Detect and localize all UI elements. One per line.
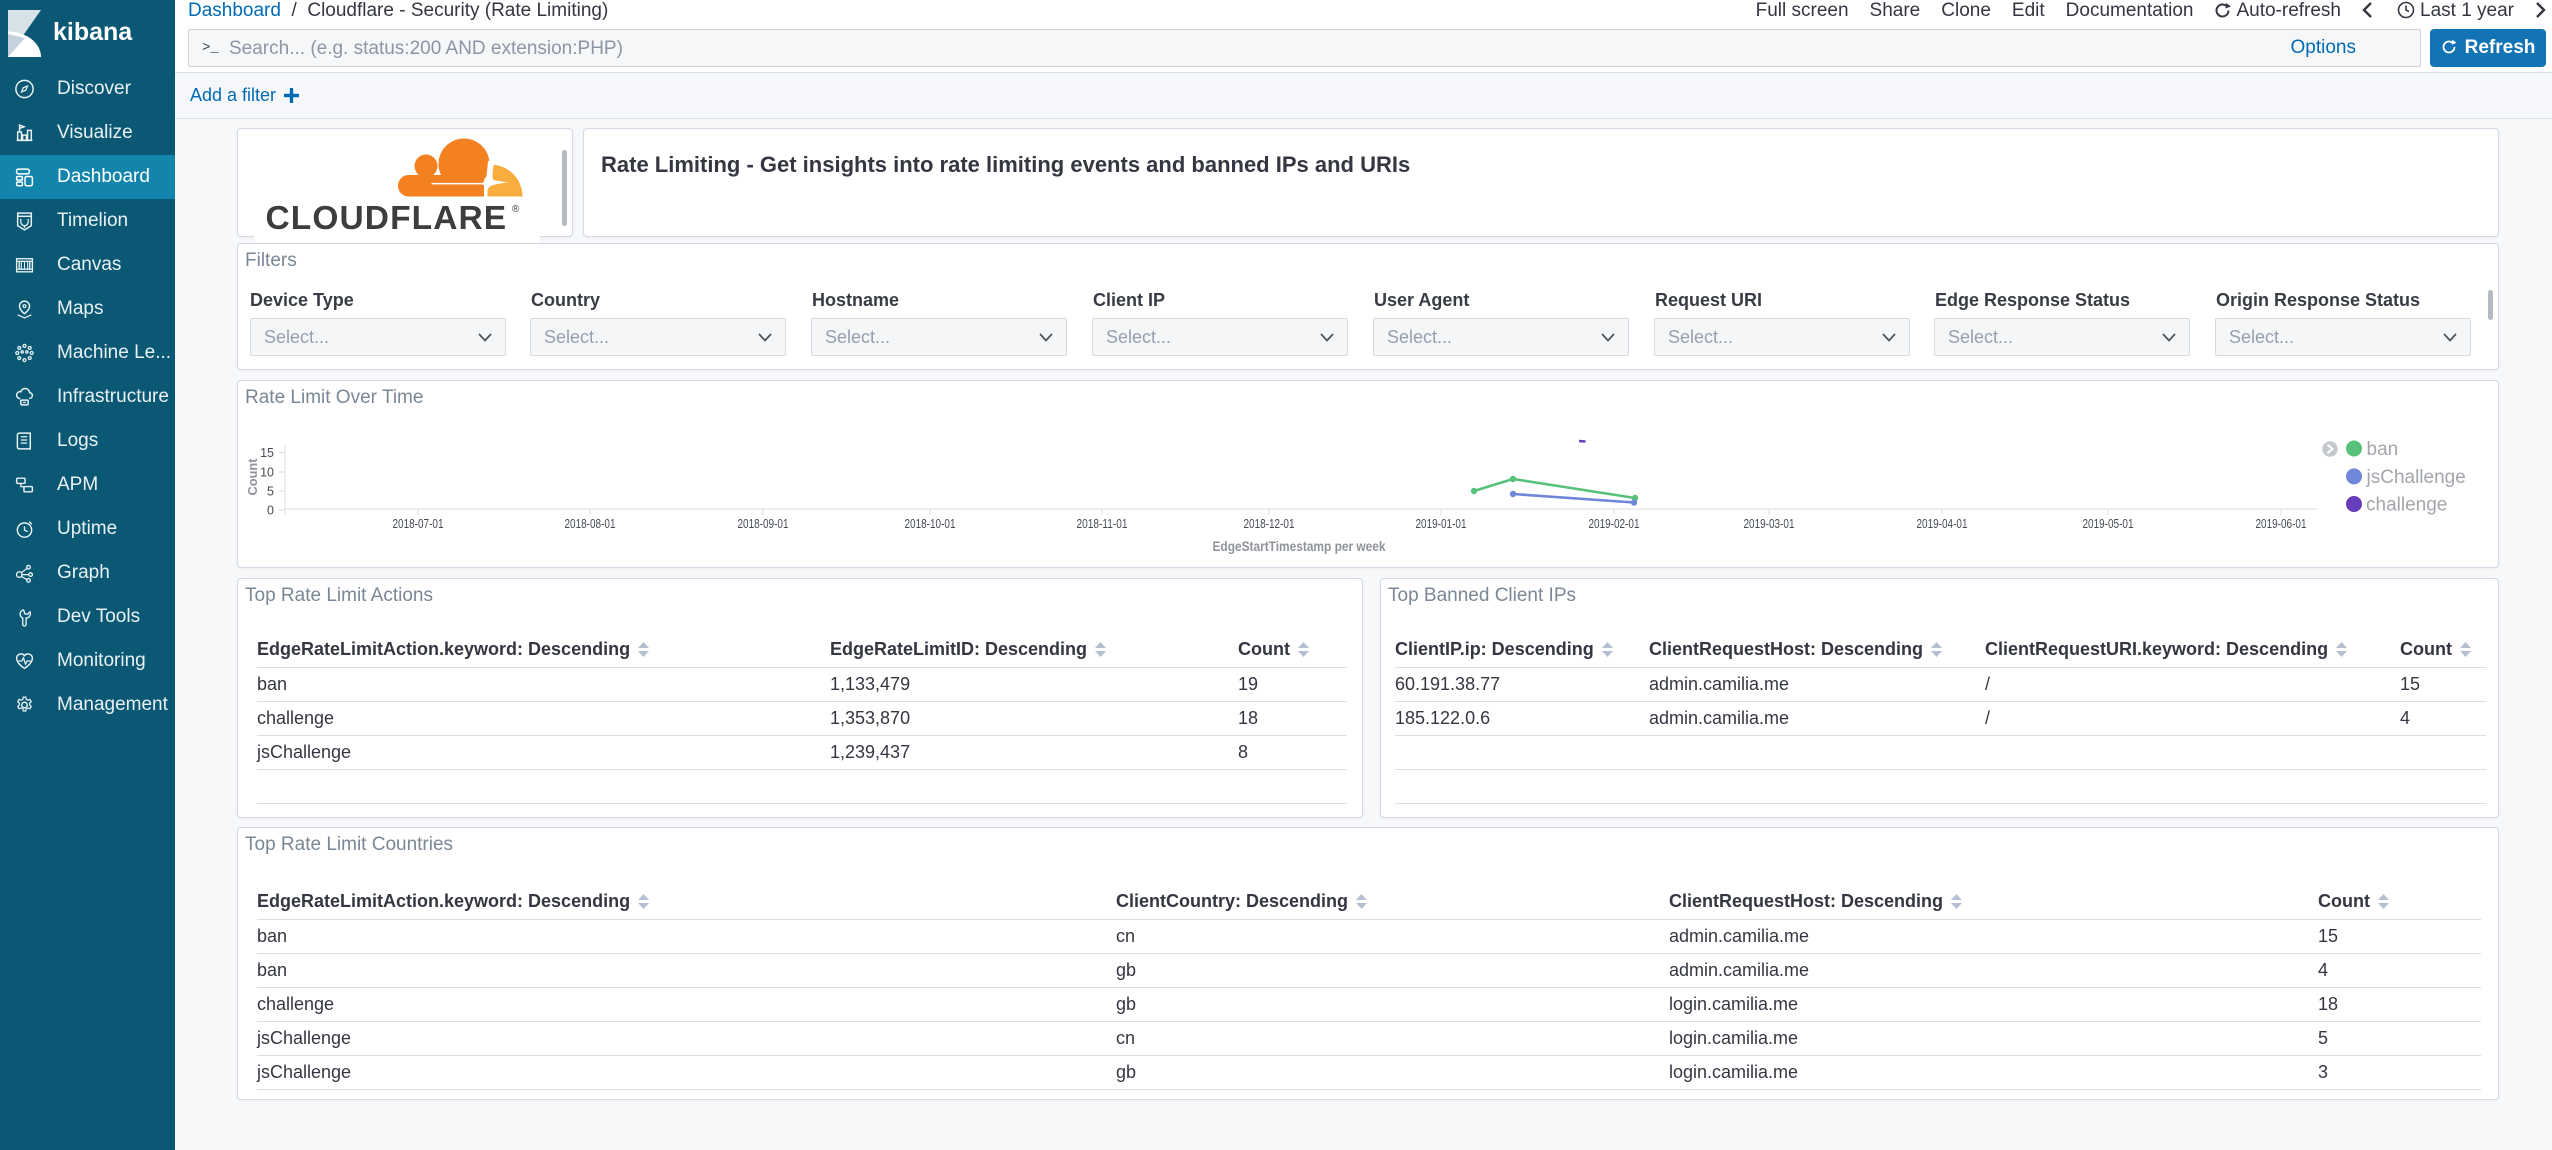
svg-text:0: 0 <box>267 504 274 518</box>
svg-text:15: 15 <box>260 446 274 460</box>
svg-text:2018-07-01: 2018-07-01 <box>393 517 444 531</box>
svg-text:2019-06-01: 2019-06-01 <box>2256 517 2307 531</box>
svg-text:2019-04-01: 2019-04-01 <box>1917 517 1968 531</box>
svg-text:2019-01-01: 2019-01-01 <box>1416 517 1467 531</box>
svg-text:EdgeStartTimestamp per week: EdgeStartTimestamp per week <box>1213 539 1386 554</box>
svg-text:2018-10-01: 2018-10-01 <box>905 517 956 531</box>
svg-text:2019-02-01: 2019-02-01 <box>1589 517 1640 531</box>
svg-text:2018-08-01: 2018-08-01 <box>565 517 616 531</box>
svg-text:5: 5 <box>267 485 274 499</box>
svg-text:2018-11-01: 2018-11-01 <box>1077 517 1128 531</box>
svg-text:®: ® <box>512 204 520 215</box>
svg-text:jsChallenge: jsChallenge <box>2366 467 2466 488</box>
svg-text:10: 10 <box>260 466 274 480</box>
svg-text:CLOUDFLARE: CLOUDFLARE <box>266 200 508 236</box>
svg-text:2019-03-01: 2019-03-01 <box>1744 517 1795 531</box>
svg-text:ban: ban <box>2367 439 2399 460</box>
svg-text:2018-12-01: 2018-12-01 <box>1244 517 1295 531</box>
svg-text:2018-09-01: 2018-09-01 <box>738 517 789 531</box>
svg-text:Count: Count <box>245 458 260 496</box>
svg-text:2019-05-01: 2019-05-01 <box>2083 517 2134 531</box>
svg-text:challenge: challenge <box>2366 495 2447 516</box>
